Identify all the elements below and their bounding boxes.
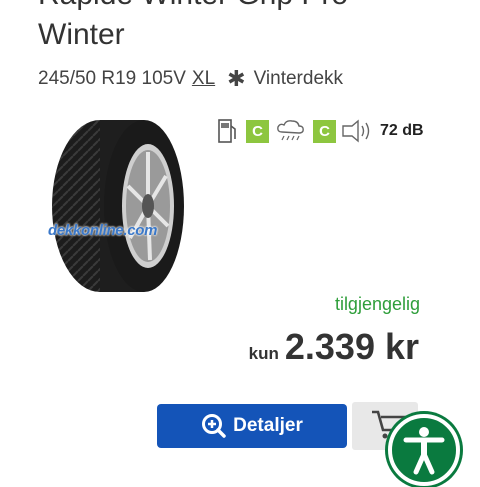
product-title: Winter xyxy=(38,18,125,51)
product-title-partial: Rapide Winter Grip Pro xyxy=(38,0,348,12)
noise-value: 72 dB xyxy=(380,122,424,139)
tire-spec: 245/50 R19 105V XL ✱ Vinterdekk xyxy=(38,66,343,92)
snowflake-icon: ✱ xyxy=(227,66,246,91)
price-prefix: kun xyxy=(248,344,279,363)
season-label: Vinterdekk xyxy=(253,68,344,89)
availability-status: tilgjengelig xyxy=(334,294,420,314)
eu-label: C C 72 dB xyxy=(216,117,424,145)
price: kun 2.339 kr xyxy=(249,326,419,368)
fuel-grade: C xyxy=(246,119,269,143)
wet-grip-grade: C xyxy=(313,119,336,143)
tire-size: 245/50 R19 105V xyxy=(38,68,186,89)
details-button[interactable]: Detaljer xyxy=(157,404,347,448)
zoom-in-icon xyxy=(202,414,226,438)
accessibility-icon xyxy=(403,427,445,475)
noise-speaker-icon xyxy=(342,119,370,143)
details-button-label: Detaljer xyxy=(233,415,303,436)
rain-cloud-icon xyxy=(277,120,304,141)
fuel-pump-icon xyxy=(218,119,236,143)
watermark: dekkonline.com xyxy=(48,222,158,239)
load-flag-link[interactable]: XL xyxy=(192,68,215,90)
price-value: 2.339 kr xyxy=(284,326,419,367)
tire-image[interactable] xyxy=(48,116,188,296)
accessibility-button[interactable] xyxy=(388,414,460,486)
